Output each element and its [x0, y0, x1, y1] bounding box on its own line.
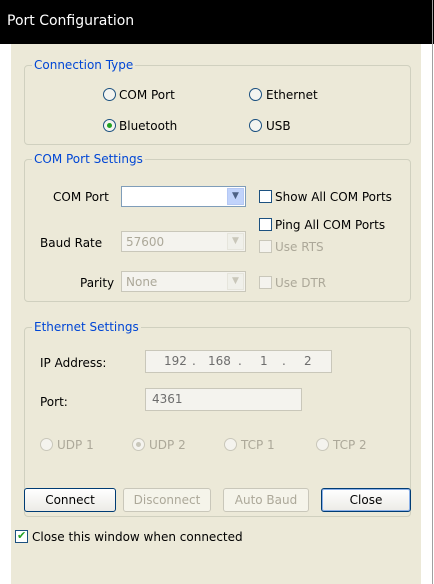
use-dtr-box[interactable]	[259, 276, 272, 289]
show-all-com-ports-label[interactable]: Show All COM Ports	[275, 190, 392, 204]
com-port-settings-group: COM Port Settings COM Port ▼ Baud Rate 5…	[24, 152, 411, 302]
radio-bluetooth-label[interactable]: Bluetooth	[119, 119, 177, 133]
radio-com-port-indicator[interactable]	[103, 88, 116, 101]
chevron-down-icon: ▼	[227, 273, 244, 290]
parity-select[interactable]: None ▼	[121, 271, 246, 292]
radio-ethernet-indicator[interactable]	[249, 88, 262, 101]
window-titlebar[interactable]: Port Configuration	[0, 0, 434, 44]
use-dtr-label[interactable]: Use DTR	[275, 276, 326, 290]
radio-tcp-1-label[interactable]: TCP 1	[241, 438, 275, 452]
ip-address-label: IP Address:	[40, 356, 107, 370]
connect-button[interactable]: Connect	[24, 488, 116, 512]
ip-octet-3: 1	[260, 354, 268, 368]
show-all-com-ports-box[interactable]	[259, 190, 272, 203]
ip-octet-4: 2	[304, 354, 312, 368]
com-port-settings-legend: COM Port Settings	[32, 152, 145, 166]
ip-address-field[interactable]: 192 . 168 . 1 . 2	[145, 350, 332, 373]
radio-ethernet-label[interactable]: Ethernet	[266, 88, 318, 102]
connection-type-group: Connection Type COM Port Ethernet Blueto…	[24, 58, 411, 145]
radio-udp-2-label[interactable]: UDP 2	[149, 438, 186, 452]
ping-all-com-ports-box[interactable]	[259, 218, 272, 231]
com-port-select[interactable]: ▼	[121, 186, 246, 207]
radio-bluetooth-indicator[interactable]	[103, 119, 116, 132]
parity-select-value: None	[126, 275, 158, 289]
radio-usb-label[interactable]: USB	[266, 119, 291, 133]
ping-all-com-ports-label[interactable]: Ping All COM Ports	[275, 218, 385, 232]
window-title: Port Configuration	[7, 13, 135, 29]
radio-tcp-2-label[interactable]: TCP 2	[333, 438, 367, 452]
com-port-label: COM Port	[53, 190, 109, 204]
baud-rate-select[interactable]: 57600 ▼	[121, 231, 246, 252]
chevron-down-icon: ▼	[227, 233, 244, 250]
radio-com-port-label[interactable]: COM Port	[119, 88, 175, 102]
radio-selected-dot	[136, 442, 141, 447]
radio-udp-2-indicator[interactable]	[132, 438, 145, 451]
use-rts-box[interactable]	[259, 240, 272, 253]
radio-usb-indicator[interactable]	[249, 119, 262, 132]
close-button[interactable]: Close	[321, 488, 411, 512]
port-field[interactable]: 4361	[145, 388, 302, 411]
radio-tcp-2-indicator[interactable]	[316, 438, 329, 451]
disconnect-button[interactable]: Disconnect	[123, 488, 211, 512]
radio-tcp-1-indicator[interactable]	[224, 438, 237, 451]
chevron-down-icon[interactable]: ▼	[227, 188, 244, 205]
radio-udp-1-indicator[interactable]	[40, 438, 53, 451]
close-on-connect-label[interactable]: Close this window when connected	[32, 530, 243, 544]
port-label: Port:	[40, 395, 68, 409]
ethernet-settings-legend: Ethernet Settings	[32, 320, 141, 334]
checkmark-icon: ✔	[17, 529, 27, 542]
ip-octet-1: 192	[164, 354, 187, 368]
baud-rate-select-value: 57600	[126, 235, 165, 249]
close-on-connect-box[interactable]: ✔	[15, 529, 28, 543]
dialog-client-area: Connection Type COM Port Ethernet Blueto…	[11, 44, 421, 584]
parity-label: Parity	[80, 276, 115, 290]
radio-udp-1-label[interactable]: UDP 1	[57, 438, 94, 452]
ip-dot-1: .	[192, 354, 196, 368]
baud-rate-label: Baud Rate	[40, 236, 103, 250]
ip-dot-2: .	[238, 354, 242, 368]
auto-baud-button[interactable]: Auto Baud	[223, 488, 309, 512]
port-field-value: 4361	[152, 392, 183, 406]
ip-octet-2: 168	[208, 354, 231, 368]
connection-type-legend: Connection Type	[32, 58, 136, 72]
ip-dot-3: .	[282, 354, 286, 368]
use-rts-label[interactable]: Use RTS	[275, 240, 324, 254]
radio-selected-dot	[107, 123, 112, 128]
